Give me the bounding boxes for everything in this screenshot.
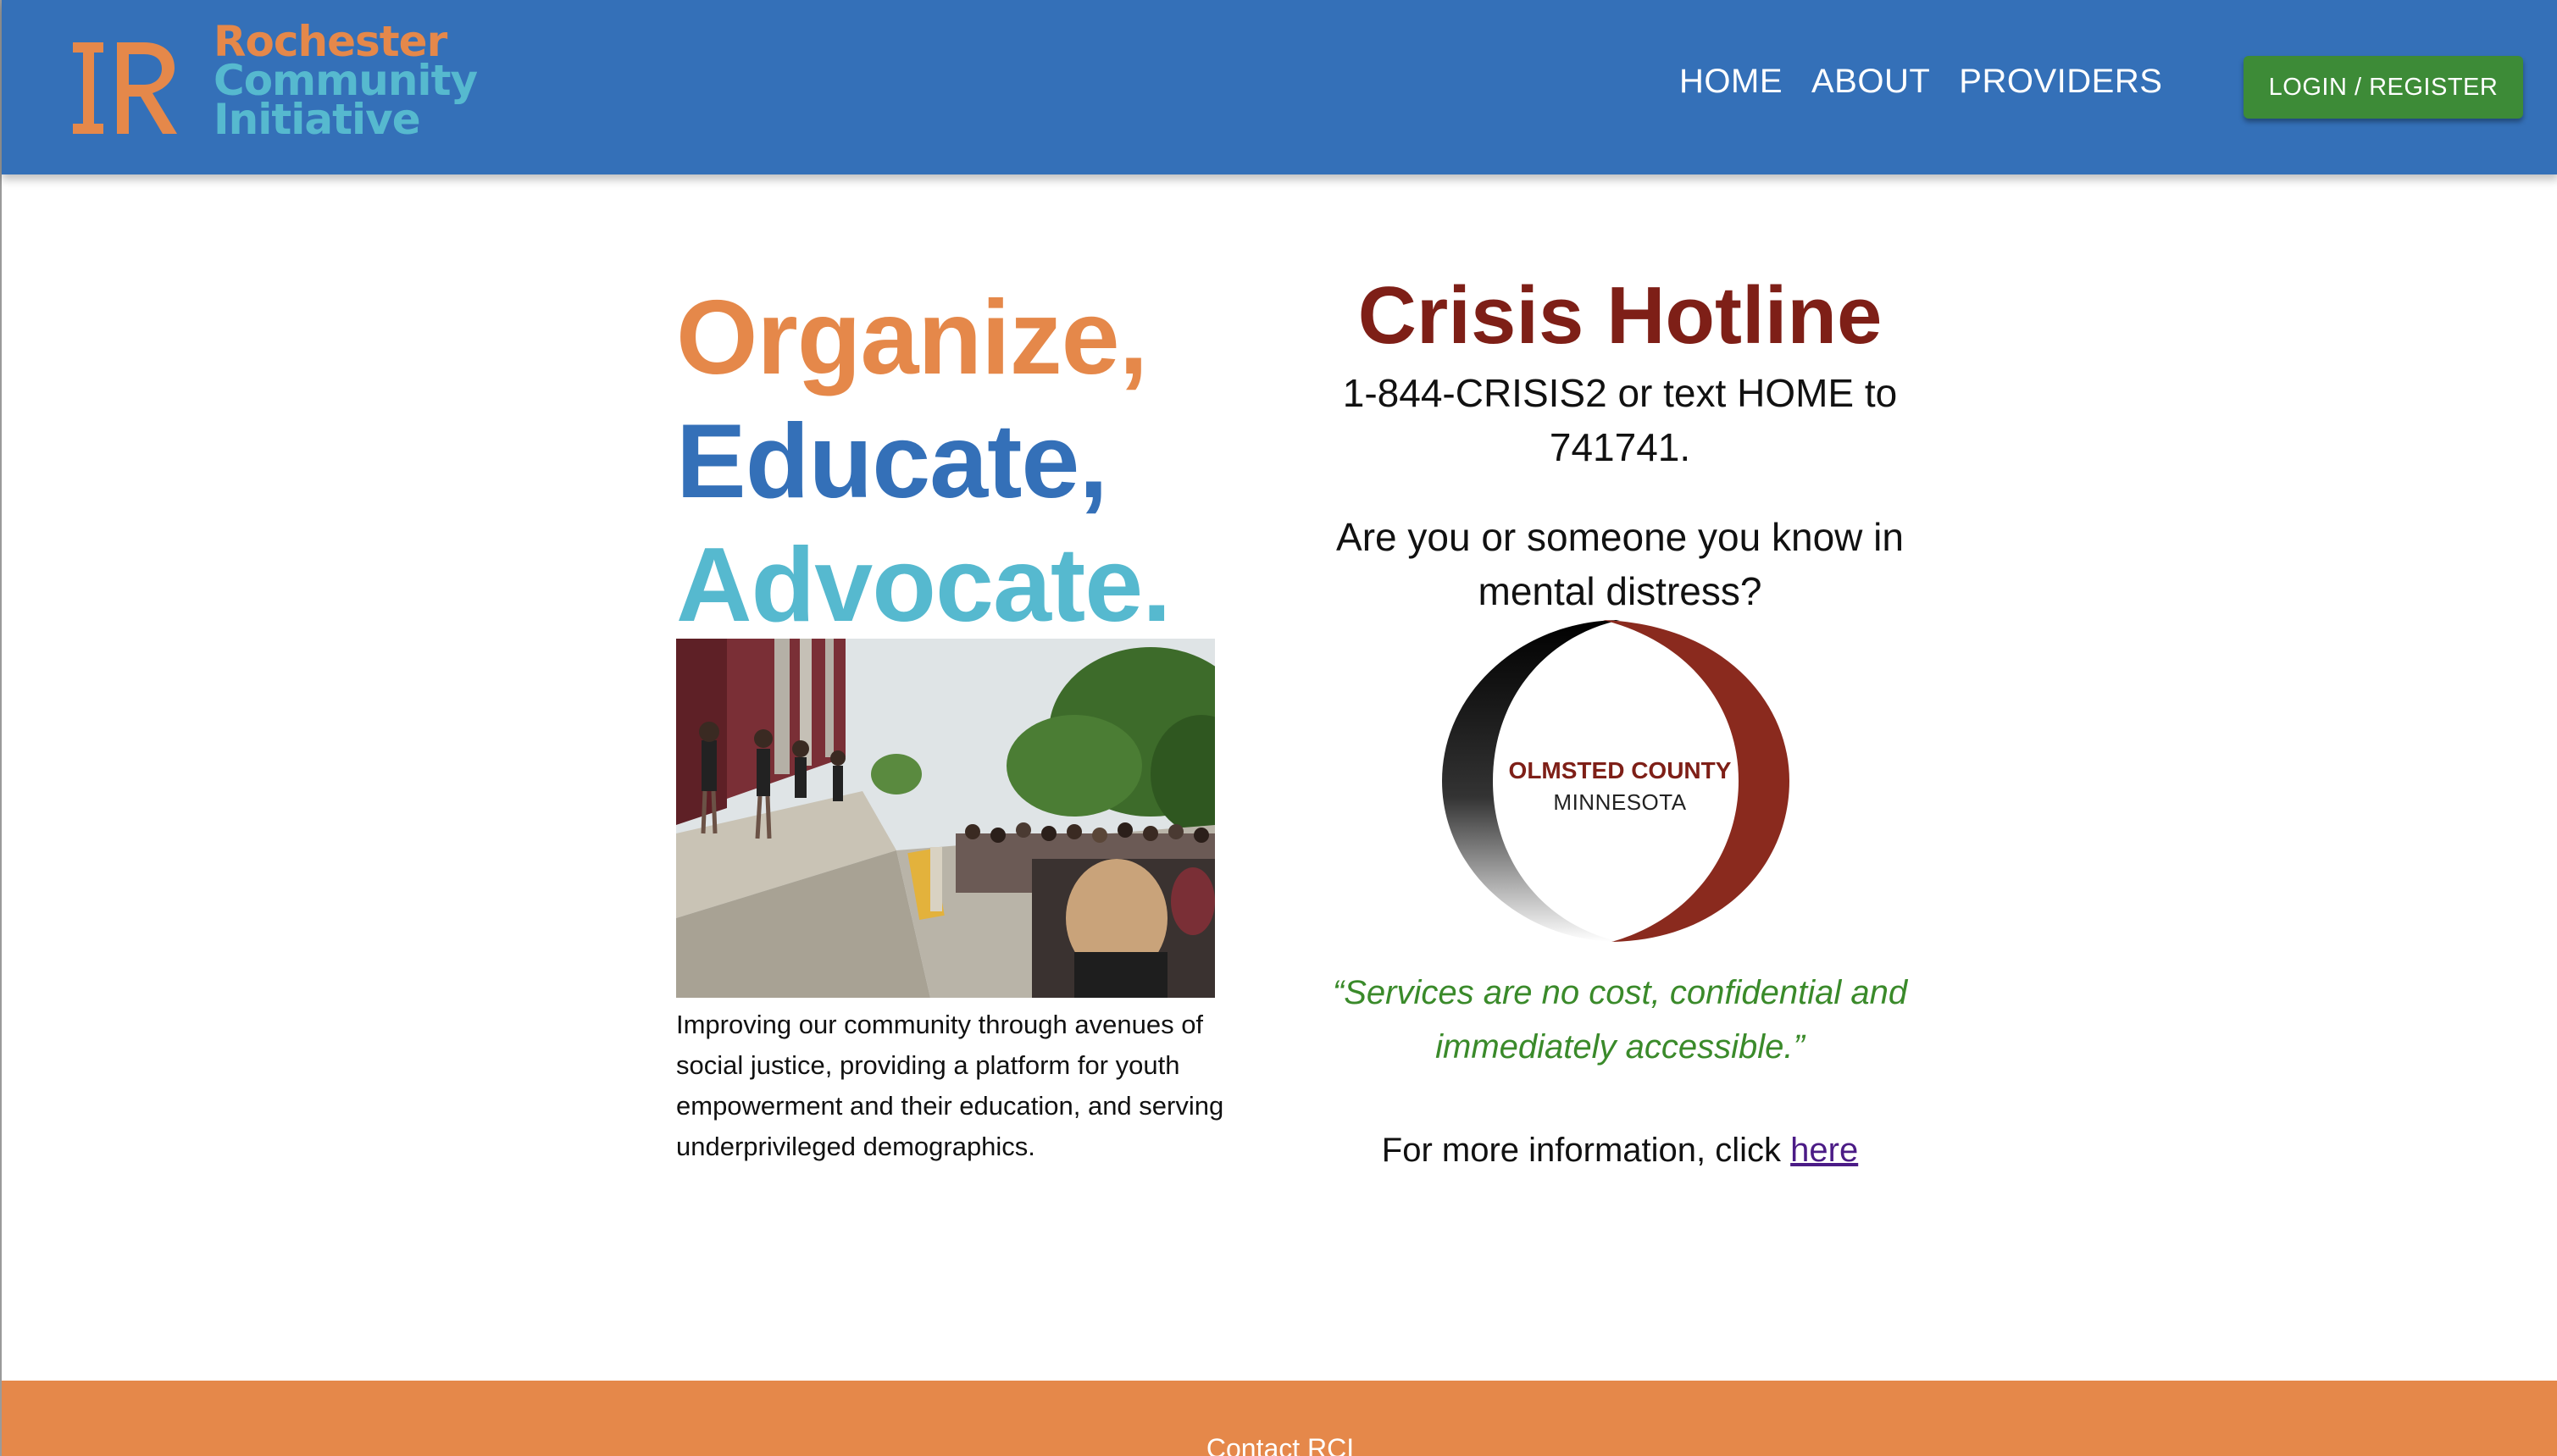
services-quote: “Services are no cost, confidential and … <box>1332 974 1908 1066</box>
distress-question: Are you or someone you know in mental di… <box>1336 515 1904 613</box>
login-register-button[interactable]: LOGIN / REGISTER <box>2244 56 2523 119</box>
crisis-hotline-title: Crisis Hotline <box>1357 270 1883 361</box>
nav-home[interactable]: HOME <box>1679 63 1783 101</box>
olmsted-county-logo[interactable]: OLMSTED COUNTY MINNESOTA <box>1442 620 1798 942</box>
more-info-prefix: For more information, click <box>1381 1132 1791 1169</box>
main-nav: HOME ABOUT PROVIDERS <box>1679 63 2162 101</box>
tagline-advocate: Advocate. <box>676 527 1172 644</box>
rally-photo-illustration <box>676 639 1215 998</box>
crisis-hotline-number: 1-844-CRISIS2 or text HOME to 741741. <box>1342 371 1898 469</box>
county-logo-line-2: MINNESOTA <box>1553 789 1687 815</box>
crisis-hotline-section: Crisis Hotline 1-844-CRISIS2 or text HOM… <box>1306 269 1933 1177</box>
rci-logo-icon <box>73 42 177 134</box>
nav-about[interactable]: ABOUT <box>1811 63 1930 101</box>
contact-rci-link[interactable]: Contact RCI <box>2 1433 2557 1456</box>
nav-providers[interactable]: PROVIDERS <box>1959 63 2162 101</box>
tagline: Organize, Educate, Advocate. <box>676 276 1172 647</box>
tagline-educate: Educate, <box>676 403 1108 520</box>
page: Rochester Community Initiative HOME ABOU… <box>0 0 2557 1456</box>
rally-photo <box>676 639 1215 998</box>
tagline-organize: Organize, <box>676 280 1148 396</box>
site-footer: Contact RCI <box>2 1381 2557 1456</box>
more-info-link[interactable]: here <box>1790 1132 1858 1169</box>
logo-line-3: Initiative <box>214 95 421 144</box>
county-logo-line-1: OLMSTED COUNTY <box>1508 757 1732 783</box>
more-info-text: For more information, click here <box>1306 1123 1933 1177</box>
logo-wordmark: Rochester Community Initiative <box>214 20 478 144</box>
rci-logo[interactable]: Rochester Community Initiative <box>69 20 527 149</box>
site-header: Rochester Community Initiative HOME ABOU… <box>2 0 2557 174</box>
mission-statement: Improving our community through avenues … <box>676 1010 1224 1161</box>
